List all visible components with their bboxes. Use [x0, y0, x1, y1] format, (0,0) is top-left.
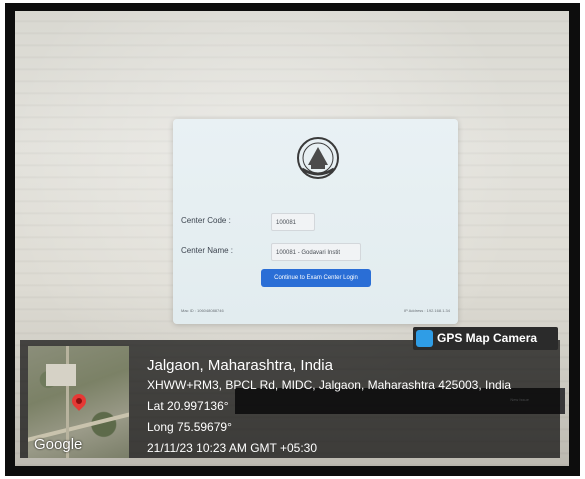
- gps-datetime: 21/11/23 10:23 AM GMT +05:30: [147, 441, 318, 455]
- ip-address-text: IP Address : 192.168.1.34: [404, 308, 450, 313]
- gps-place: Jalgaon, Maharashtra, India: [147, 357, 333, 374]
- gps-app-name: GPS Map Camera: [437, 331, 538, 345]
- exam-center-login-card: Center Code : 100081 Center Name : 10008…: [173, 119, 458, 324]
- continue-to-login-button[interactable]: Continue to Exam Center Login: [261, 269, 371, 287]
- institution-emblem-icon: [297, 137, 339, 179]
- gps-app-tag: GPS Map Camera: [413, 327, 558, 350]
- gps-latitude: Lat 20.997136°: [147, 399, 229, 413]
- google-logo: Google: [34, 436, 83, 453]
- map-building: [46, 364, 76, 386]
- center-name-label: Center Name :: [181, 246, 234, 255]
- map-thumbnail: Google: [28, 346, 129, 458]
- gps-address: XHWW+RM3, BPCL Rd, MIDC, Jalgaon, Mahara…: [147, 378, 512, 392]
- center-code-label: Center Code :: [181, 216, 231, 225]
- center-code-field[interactable]: 100081: [271, 213, 315, 231]
- gps-longitude: Long 75.59679°: [147, 420, 232, 434]
- mac-id-text: Mac ID : 106048088746: [181, 308, 224, 313]
- gps-camera-icon: [416, 330, 433, 347]
- center-name-field[interactable]: 100081 - Godavari Instit: [271, 243, 361, 261]
- map-pin-icon: [69, 391, 89, 411]
